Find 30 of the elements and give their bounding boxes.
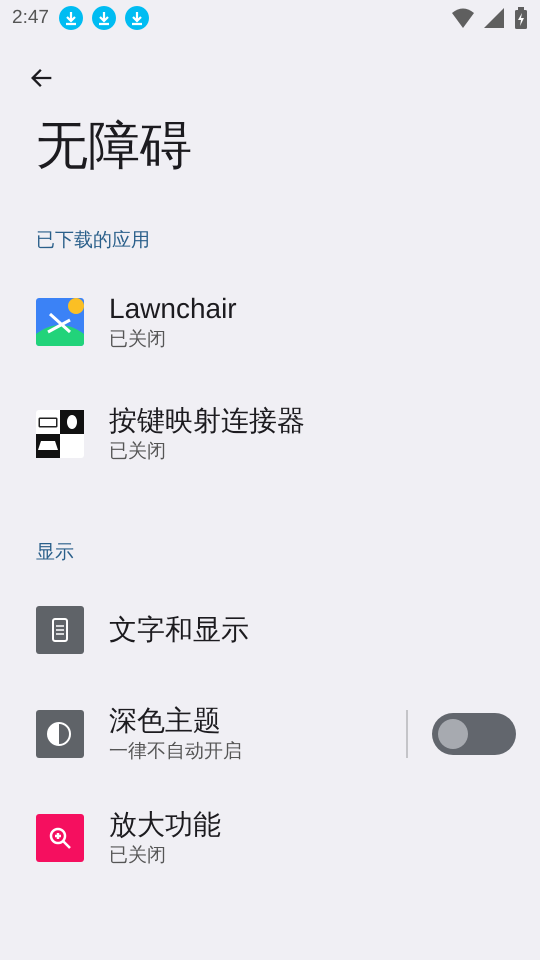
status-time: 2:47 bbox=[12, 6, 49, 30]
item-subtitle: 已关闭 bbox=[109, 440, 166, 464]
item-title: 放大功能 bbox=[109, 808, 221, 842]
app-icon bbox=[36, 410, 84, 458]
settings-item[interactable]: 文字和显示 bbox=[0, 578, 540, 682]
settings-item[interactable]: 深色主题 一律不自动开启 bbox=[0, 682, 540, 786]
settings-item[interactable]: Lawnchair 已关闭 bbox=[0, 266, 540, 378]
phone-icon bbox=[36, 606, 84, 654]
contrast-icon bbox=[36, 710, 84, 758]
item-title: 深色主题 bbox=[109, 704, 221, 738]
item-subtitle: 一律不自动开启 bbox=[109, 740, 242, 764]
settings-item[interactable]: 放大功能 已关闭 bbox=[0, 786, 540, 890]
battery-charging-icon bbox=[514, 7, 528, 29]
settings-item[interactable]: 按键映射连接器 已关闭 bbox=[0, 378, 540, 490]
signal-icon bbox=[484, 8, 504, 28]
app-icon bbox=[36, 298, 84, 346]
page-title: 无障碍 bbox=[36, 116, 192, 177]
dark-theme-switch[interactable] bbox=[432, 713, 516, 755]
download-notification-icon bbox=[124, 6, 149, 30]
item-title: 按键映射连接器 bbox=[109, 404, 305, 438]
download-notification-icon bbox=[92, 6, 116, 30]
section-header: 显示 bbox=[36, 540, 74, 565]
download-notification-icon bbox=[58, 6, 83, 30]
item-subtitle: 已关闭 bbox=[109, 844, 166, 868]
zoom-in-icon bbox=[36, 814, 84, 862]
item-title: 文字和显示 bbox=[109, 613, 249, 647]
item-title: Lawnchair bbox=[109, 292, 237, 326]
wifi-icon bbox=[452, 8, 474, 28]
item-subtitle: 已关闭 bbox=[109, 328, 166, 352]
section-header: 已下载的应用 bbox=[36, 228, 150, 253]
